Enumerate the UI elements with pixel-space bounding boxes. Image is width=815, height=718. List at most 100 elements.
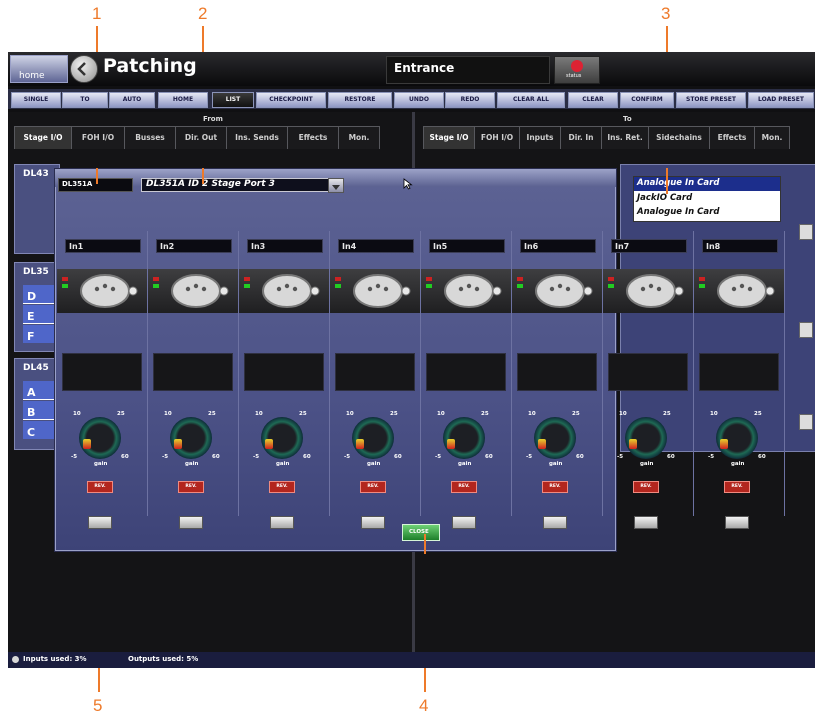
tab-from-dir-out[interactable]: Dir. Out: [175, 126, 227, 149]
toggle-switch[interactable]: [270, 516, 294, 529]
rev-button[interactable]: REV.: [724, 481, 750, 493]
rack-letter-c[interactable]: C: [23, 421, 57, 439]
gain-knob[interactable]: [534, 417, 576, 459]
gain-knob[interactable]: [170, 417, 212, 459]
callout-2: 2: [198, 4, 208, 23]
channel-strip: In6 10 25 -5 60 gain REV.: [512, 231, 603, 529]
channel-strip: In8 10 25 -5 60 gain REV.: [694, 231, 785, 529]
patch-card-dialog: DL351A DL351A ID 2 Stage Port 3 In1 10 25-…: [54, 168, 785, 552]
right-rack-scroll-icon[interactable]: [799, 224, 813, 240]
tab-to-dir-in[interactable]: Dir. In: [560, 126, 602, 149]
toggle-switch[interactable]: [88, 516, 112, 529]
tab-from-busses[interactable]: Busses: [124, 126, 176, 149]
knob-min-label: -5: [526, 454, 533, 460]
tab-to-foh-io[interactable]: FOH I/O: [474, 126, 520, 149]
toggle-switch[interactable]: [543, 516, 567, 529]
tab-from-effects[interactable]: Effects: [287, 126, 339, 149]
knob-max-label: 60: [121, 454, 129, 460]
rev-button[interactable]: REV.: [178, 481, 204, 493]
knob-caption: gain: [367, 461, 381, 467]
restore-button[interactable]: RESTORE: [328, 92, 392, 108]
rack-letter-e[interactable]: E: [23, 305, 57, 324]
xlr-socket-icon: [353, 274, 411, 308]
close-button[interactable]: CLOSE: [402, 524, 440, 541]
toggle-switch[interactable]: [725, 516, 749, 529]
toggle-switch[interactable]: [361, 516, 385, 529]
right-rack-scroll-icon-3[interactable]: [799, 414, 813, 430]
signal-led-icon: [153, 284, 159, 288]
load-preset-button[interactable]: LOAD PRESET: [748, 92, 814, 108]
knob-high-label: 25: [663, 411, 671, 417]
callout-4: 4: [419, 696, 429, 715]
rev-button[interactable]: REV.: [360, 481, 386, 493]
channel-strip: In5 10 25 -5 60 gain REV.: [421, 231, 512, 529]
xlr-connector: [603, 269, 693, 313]
knob-low-label: 10: [437, 411, 445, 417]
rev-button[interactable]: REV.: [87, 481, 113, 493]
tab-to-effects[interactable]: Effects: [709, 126, 755, 149]
multi-button[interactable]: TO: [62, 92, 108, 108]
tab-from-stage-io[interactable]: Stage I/O: [14, 126, 72, 149]
rack-letter-f[interactable]: F: [23, 325, 57, 343]
signal-led-icon: [335, 284, 341, 288]
tab-from-mon[interactable]: Mon.: [338, 126, 380, 149]
tab-to-effects-label: Effects: [717, 133, 747, 142]
store-preset-button[interactable]: STORE PRESET: [676, 92, 746, 108]
confirm-button[interactable]: CONFIRM: [620, 92, 674, 108]
knob-max-label: 60: [212, 454, 220, 460]
knob-caption: gain: [458, 461, 472, 467]
toggle-switch[interactable]: [452, 516, 476, 529]
rev-button[interactable]: REV.: [633, 481, 659, 493]
knob-max-label: 60: [576, 454, 584, 460]
page-title: Patching: [103, 55, 197, 77]
toggle-switch[interactable]: [634, 516, 658, 529]
gain-knob[interactable]: [625, 417, 667, 459]
rack-letter-b[interactable]: B: [23, 401, 57, 420]
rack-letter-a[interactable]: A: [23, 381, 57, 400]
knob-min-label: -5: [708, 454, 715, 460]
tab-from-ins-sends[interactable]: Ins. Sends: [226, 126, 288, 149]
gain-knob[interactable]: [261, 417, 303, 459]
gain-knob[interactable]: [79, 417, 121, 459]
home-button[interactable]: home: [10, 55, 68, 83]
tab-from-foh-io[interactable]: FOH I/O: [71, 126, 125, 149]
gain-knob-level-icon: [83, 439, 91, 449]
toggle-switch[interactable]: [179, 516, 203, 529]
tab-to-mon[interactable]: Mon.: [754, 126, 790, 149]
rev-button[interactable]: REV.: [269, 481, 295, 493]
level-meter: [517, 353, 597, 391]
gain-knob[interactable]: [716, 417, 758, 459]
home-toolbar-button[interactable]: HOME: [158, 92, 208, 108]
knob-caption: gain: [185, 461, 199, 467]
rev-button[interactable]: REV.: [451, 481, 477, 493]
redo-button[interactable]: REDO: [445, 92, 495, 108]
gain-knob[interactable]: [352, 417, 394, 459]
card-option-2[interactable]: JackIO Card: [634, 192, 780, 206]
tab-to-ins-ret[interactable]: Ins. Ret.: [601, 126, 649, 149]
rev-button[interactable]: REV.: [542, 481, 568, 493]
checkpoint-button[interactable]: CHECKPOINT: [256, 92, 326, 108]
tab-to-ins-ret-label: Ins. Ret.: [607, 133, 643, 142]
card-option-3[interactable]: Analogue In Card: [634, 206, 780, 220]
right-rack-scroll-icon-2[interactable]: [799, 322, 813, 338]
single-button[interactable]: SINGLE: [11, 92, 61, 108]
status-button[interactable]: status: [554, 56, 600, 84]
list-button[interactable]: LIST: [212, 92, 254, 108]
xlr-socket-icon: [626, 274, 684, 308]
tab-to-stage-io[interactable]: Stage I/O: [423, 126, 475, 149]
tab-to-inputs[interactable]: Inputs: [519, 126, 561, 149]
rack-letter-c-label: C: [27, 426, 36, 439]
level-meter: [244, 353, 324, 391]
auto-button[interactable]: AUTO: [109, 92, 155, 108]
undo-button[interactable]: UNDO: [394, 92, 444, 108]
back-icon[interactable]: [70, 55, 98, 83]
clear-all-button[interactable]: CLEAR ALL: [497, 92, 565, 108]
rack-letter-d[interactable]: D: [23, 285, 57, 304]
tab-to-sidechains[interactable]: Sidechains: [648, 126, 710, 149]
knob-max-label: 60: [303, 454, 311, 460]
xlr-connector: [330, 269, 420, 313]
card-option-selected[interactable]: Analogue In Card: [634, 177, 780, 191]
knob-min-label: -5: [344, 454, 351, 460]
clear-button[interactable]: CLEAR: [568, 92, 618, 108]
gain-knob[interactable]: [443, 417, 485, 459]
